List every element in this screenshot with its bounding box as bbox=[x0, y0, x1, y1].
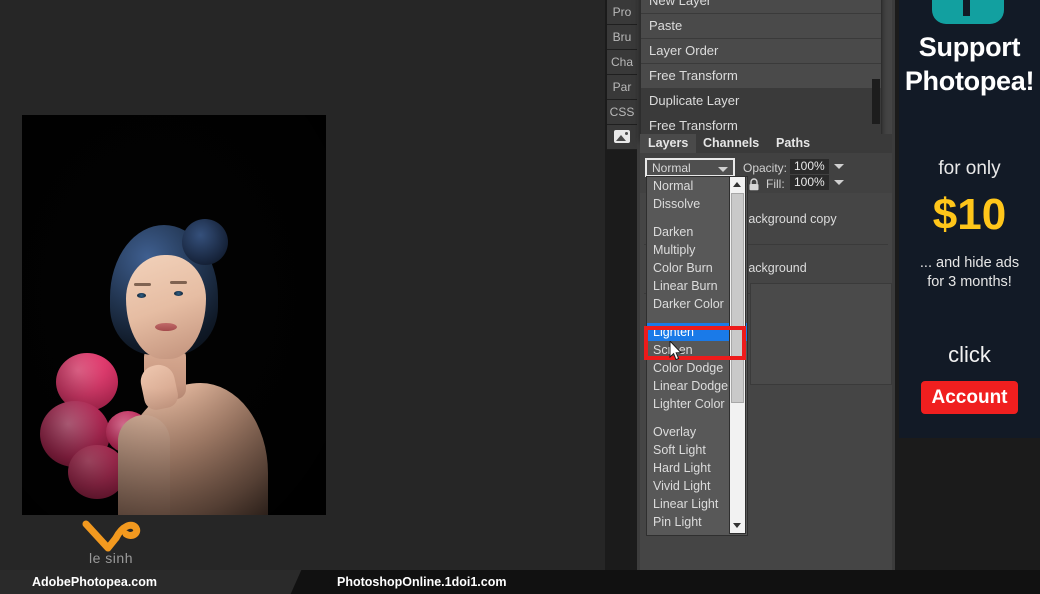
layer-properties-box bbox=[750, 283, 892, 385]
chevron-down-icon bbox=[718, 167, 728, 172]
sidebar-tab-properties[interactable]: Pro bbox=[607, 0, 637, 25]
tab-channels[interactable]: Channels bbox=[695, 134, 767, 153]
tab-layers[interactable]: Layers bbox=[640, 134, 697, 153]
photopea-screenshot: le sinh Pro Bru Cha Par CSS Background c… bbox=[0, 0, 1040, 594]
fill-value[interactable]: 100% bbox=[790, 175, 829, 190]
opacity-value[interactable]: 100% bbox=[790, 159, 829, 174]
support-ad[interactable]: Support Photopea! for only $10 ... and h… bbox=[899, 0, 1040, 438]
layer-name: Background bbox=[740, 261, 807, 275]
account-button[interactable]: Account bbox=[921, 381, 1018, 414]
opacity-label: Opacity: bbox=[743, 161, 788, 175]
panel-tabs[interactable]: Layers Channels Paths bbox=[640, 134, 892, 153]
fill-chevron-down-icon[interactable] bbox=[834, 180, 844, 185]
ad-title: Support Photopea! bbox=[899, 30, 1040, 98]
sidebar-tab-brushes[interactable]: Bru bbox=[607, 25, 637, 50]
triangle-down-icon[interactable] bbox=[730, 518, 745, 533]
ad-note-line2: for 3 months! bbox=[927, 274, 1012, 290]
checkmark-swoosh-logo-icon bbox=[82, 520, 141, 552]
photopea-logo-notch bbox=[963, 0, 970, 16]
blend-mode-value: Normal bbox=[652, 161, 691, 175]
mouse-cursor-icon bbox=[669, 341, 683, 361]
ad-price: $10 bbox=[932, 190, 1007, 239]
dropdown-scrollbar[interactable] bbox=[729, 176, 746, 534]
lock-icon[interactable] bbox=[748, 178, 760, 191]
bottom-banner: AdobePhotopea.com PhotoshopOnline.1doi1.… bbox=[0, 570, 1040, 594]
sidebar-tab-css[interactable]: CSS bbox=[607, 100, 637, 125]
ad-title-line1: Support bbox=[918, 32, 1021, 62]
image-icon bbox=[614, 130, 630, 143]
ad-note: ... and hide ads for 3 months! bbox=[899, 254, 1040, 292]
sidebar-tab-paragraph[interactable]: Par bbox=[607, 75, 637, 100]
canvas-area[interactable]: le sinh bbox=[0, 0, 605, 570]
banner-left-label: AdobePhotopea.com bbox=[32, 575, 158, 589]
menu-item-new-layer[interactable]: New Layer bbox=[641, 0, 881, 14]
layer-name: Background copy bbox=[740, 212, 837, 226]
ad-underlay bbox=[899, 438, 1040, 570]
opacity-chevron-down-icon[interactable] bbox=[834, 164, 844, 169]
blend-mode-select[interactable]: Normal bbox=[645, 158, 735, 177]
watermark: le sinh bbox=[76, 518, 146, 568]
ad-note-line1: ... and hide ads bbox=[919, 255, 1020, 271]
context-menu[interactable]: New Layer Paste Layer Order Free Transfo… bbox=[640, 0, 882, 140]
banner-right-label: PhotoshopOnline.1doi1.com bbox=[337, 575, 507, 589]
dropdown-scrollbar-thumb[interactable] bbox=[731, 193, 744, 403]
menu-item-paste[interactable]: Paste bbox=[641, 14, 881, 39]
context-menu-scrollbar[interactable] bbox=[872, 79, 880, 124]
ad-title-line2: Photopea! bbox=[904, 66, 1035, 96]
sidebar-tab-image[interactable] bbox=[607, 125, 637, 150]
watermark-text: le sinh bbox=[89, 550, 133, 566]
sidebar-tab-character[interactable]: Cha bbox=[607, 50, 637, 75]
panel-tab-strip[interactable]: Pro Bru Cha Par CSS bbox=[607, 0, 637, 150]
menu-item-layer-order[interactable]: Layer Order bbox=[641, 39, 881, 64]
canvas-vignette bbox=[22, 115, 326, 515]
ad-for-only: for only bbox=[938, 158, 1001, 179]
menu-item-free-transform[interactable]: Free Transform bbox=[641, 64, 881, 89]
triangle-up-icon[interactable] bbox=[730, 177, 745, 192]
tab-paths[interactable]: Paths bbox=[768, 134, 818, 153]
menu-item-duplicate-layer[interactable]: Duplicate Layer bbox=[641, 89, 881, 114]
fill-label: Fill: bbox=[766, 177, 785, 191]
ad-click-label: click bbox=[948, 342, 991, 367]
document-canvas[interactable] bbox=[22, 115, 326, 515]
